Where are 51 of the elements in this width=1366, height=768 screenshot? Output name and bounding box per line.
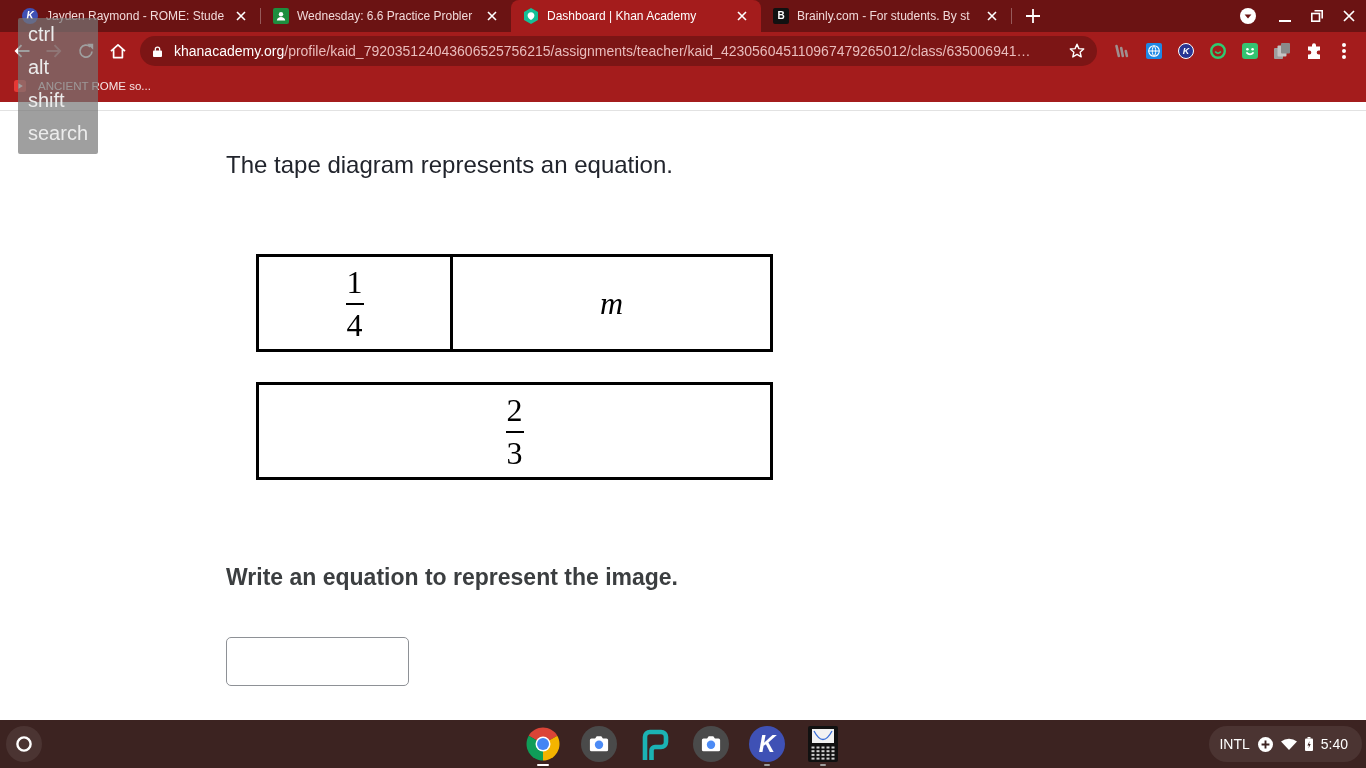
fraction-numerator: 2: [506, 393, 523, 426]
camera-icon[interactable]: [693, 726, 729, 762]
globe-icon[interactable]: [1146, 43, 1162, 59]
plus-icon[interactable]: [1026, 9, 1040, 23]
letter-logo-icon[interactable]: K: [1178, 43, 1194, 59]
address-bar[interactable]: khanacademy.org/profile/kaid_792035124043606525756215/assignments/teacher/kaid_423056045110967479265012/class/635006941…: [140, 36, 1097, 66]
browser-tab[interactable]: Dashboard | Khan Academy: [511, 0, 761, 32]
close-icon[interactable]: [236, 11, 246, 21]
answer-field[interactable]: [226, 637, 409, 686]
hexagon-leaf-icon: [523, 8, 539, 24]
browser-tab[interactable]: B Brainly.com - For students. By st: [761, 0, 1011, 32]
question-text: Write an equation to represent the image.: [226, 563, 679, 592]
lock-icon: [153, 45, 162, 57]
slanted-bars-icon[interactable]: [1114, 43, 1130, 59]
restore-icon[interactable]: [1311, 10, 1323, 22]
status-tray[interactable]: INTL 5:40: [1209, 726, 1362, 762]
battery-icon: [1304, 737, 1313, 751]
close-icon[interactable]: [737, 11, 747, 21]
keyboard-layout: INTL: [1219, 736, 1250, 752]
math-variable: m: [599, 287, 624, 319]
star-icon[interactable]: [1069, 43, 1085, 59]
puzzle-icon[interactable]: [1306, 43, 1322, 59]
letter-logo-icon: B: [773, 8, 789, 24]
close-icon[interactable]: [987, 11, 997, 21]
prompt-text: The tape diagram represents an equation.: [226, 150, 674, 180]
fraction-denominator: 3: [506, 436, 523, 469]
fraction-numerator: 1: [346, 265, 363, 298]
smiley-tile-icon[interactable]: [1242, 43, 1258, 59]
caret-circle-icon[interactable]: [1240, 8, 1256, 24]
key-label: alt: [28, 55, 50, 80]
home-icon[interactable]: [110, 43, 126, 59]
letter-logo-icon[interactable]: K: [749, 726, 785, 762]
key-label: search: [28, 121, 89, 146]
close-icon[interactable]: [487, 11, 497, 21]
plus-circle-icon: [1257, 736, 1273, 752]
stacked-pages-icon[interactable]: [1274, 43, 1290, 59]
key-label: ctrl: [28, 23, 55, 47]
camera-icon[interactable]: [581, 726, 617, 762]
clock-time: 5:40: [1320, 736, 1348, 752]
url-host: khanacademy.org: [174, 43, 285, 59]
url-path: /profile/kaid_792035124043606525756215/assignments/teacher/kaid_423056045110967479265012/class/635006941…: [284, 43, 1031, 59]
person-tile-icon: [273, 8, 289, 24]
chrome-icon[interactable]: [525, 726, 561, 762]
browser-tab[interactable]: Wednesday: 6.6 Practice Probler: [261, 0, 511, 32]
calculator-icon[interactable]: [808, 726, 838, 762]
close-icon[interactable]: [1343, 10, 1355, 22]
smile-ring-icon[interactable]: [1210, 43, 1226, 59]
more-icon[interactable]: [1342, 43, 1346, 59]
fraction-denominator: 4: [346, 308, 363, 341]
wifi-icon: [1280, 738, 1297, 750]
launcher-icon[interactable]: [6, 726, 42, 762]
